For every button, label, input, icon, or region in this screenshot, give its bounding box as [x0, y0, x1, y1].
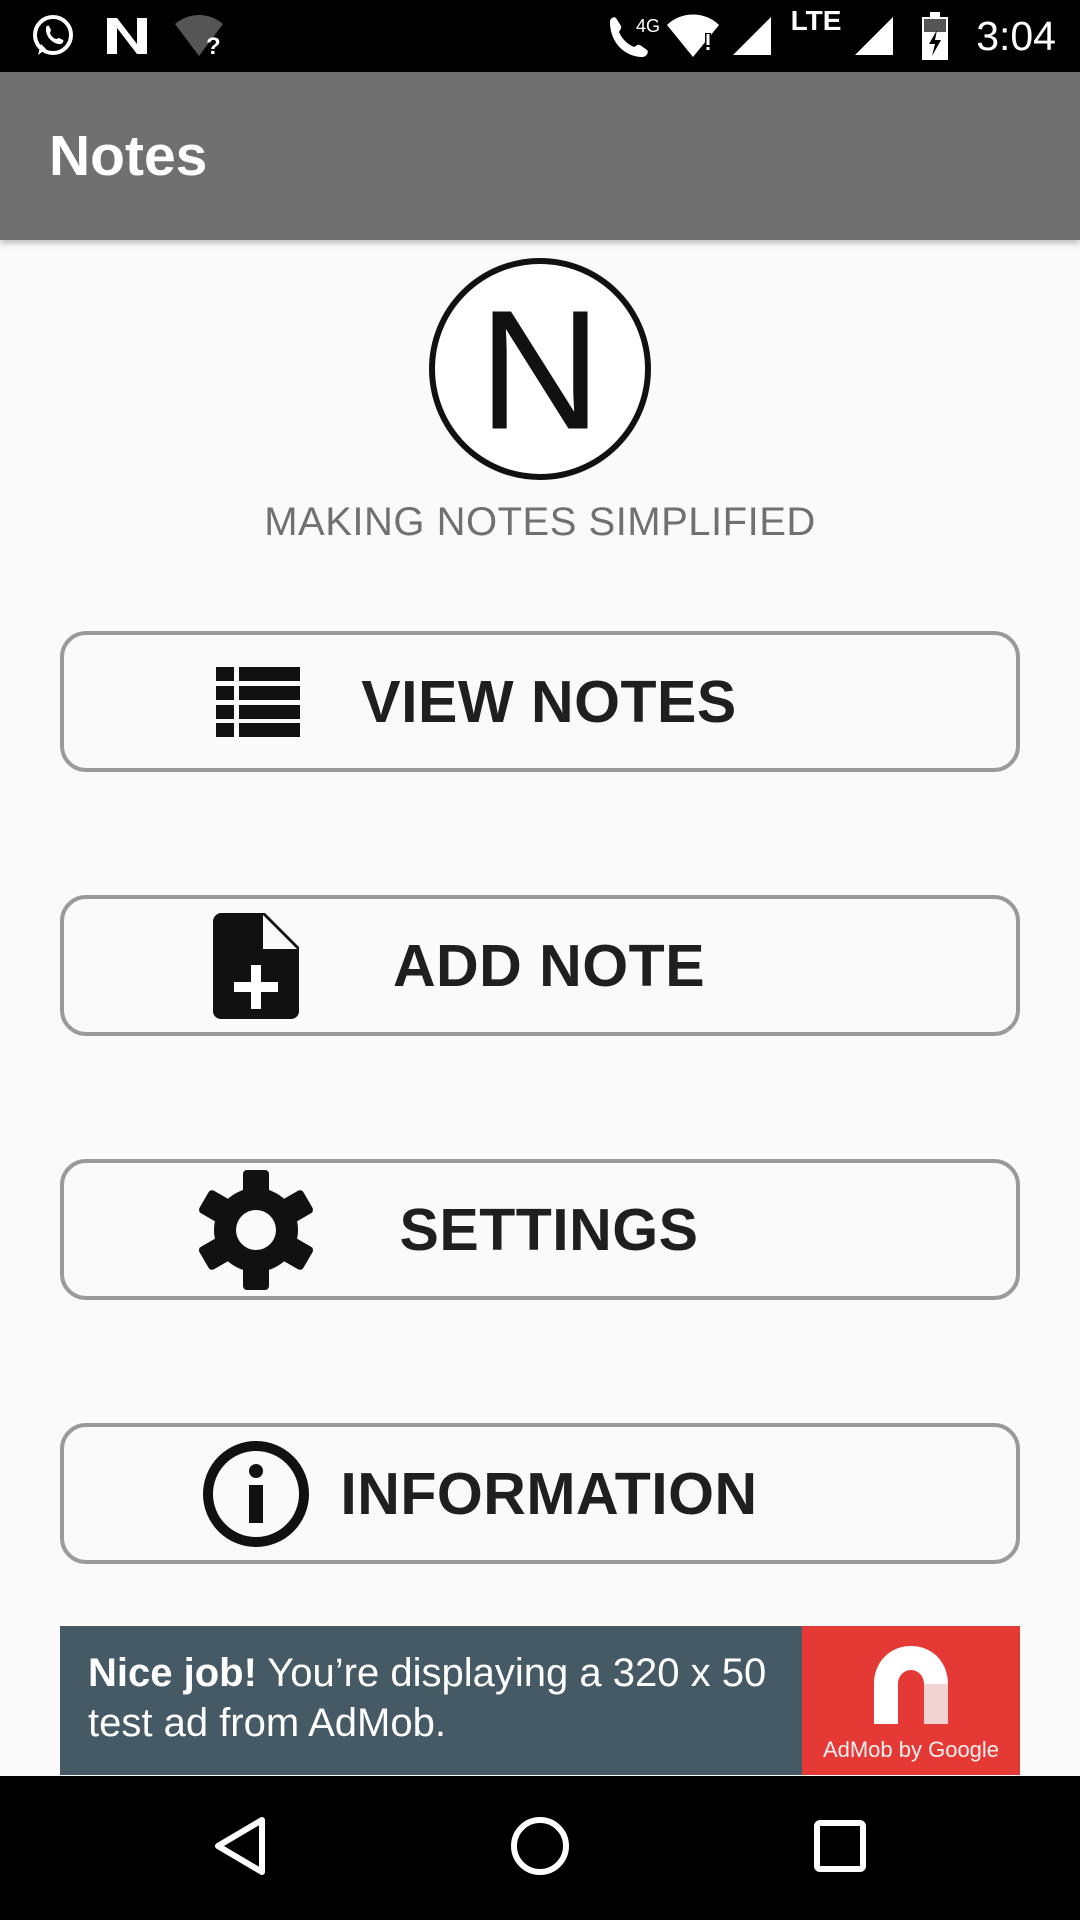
add-note-label: ADD NOTE	[392, 932, 706, 999]
battery-charging-icon	[920, 12, 950, 60]
settings-button[interactable]: SETTINGS	[60, 1159, 1020, 1300]
status-time: 3:04	[976, 13, 1056, 59]
wifi-unknown-icon: ?	[172, 12, 226, 60]
recents-icon	[814, 1819, 866, 1877]
settings-label: SETTINGS	[399, 1196, 699, 1263]
back-button[interactable]	[160, 1776, 320, 1920]
ad-banner[interactable]: Nice job! You’re displaying a 320 x 50 t…	[60, 1626, 1020, 1775]
notes-n-icon	[104, 12, 150, 60]
home-button[interactable]	[460, 1776, 620, 1920]
information-button[interactable]: INFORMATION	[60, 1423, 1020, 1564]
lte-label: LTE	[790, 5, 842, 36]
wifi-alert-icon	[664, 12, 722, 60]
tagline: MAKING NOTES SIMPLIFIED	[264, 500, 816, 544]
ad-text: Nice job! You’re displaying a 320 x 50 t…	[88, 1648, 808, 1748]
lte-signal-icon	[852, 12, 896, 60]
ad-brand-panel: AdMob by Google	[802, 1626, 1020, 1775]
logo-letter: N	[479, 276, 602, 466]
svg-text:?: ?	[206, 33, 221, 58]
add-note-button[interactable]: ADD NOTE	[60, 895, 1020, 1036]
view-notes-button[interactable]: VIEW NOTES	[60, 631, 1020, 772]
information-label: INFORMATION	[340, 1460, 758, 1527]
wifi-call-icon: 4G	[606, 12, 662, 60]
status-bar: ? 4G LTE 3:04	[0, 0, 1080, 72]
view-notes-label: VIEW NOTES	[361, 668, 737, 735]
gear-icon	[196, 1169, 316, 1290]
navigation-bar	[0, 1776, 1080, 1920]
recents-button[interactable]	[760, 1776, 920, 1920]
back-icon	[212, 1816, 268, 1881]
screen: ? 4G LTE 3:04 Notes N MAKING NOTES SIMPL…	[0, 0, 1080, 1920]
ad-headline: Nice job!	[88, 1651, 257, 1695]
list-icon	[216, 666, 300, 737]
signal-icon	[730, 12, 774, 60]
home-icon	[510, 1816, 570, 1881]
whatsapp-icon	[28, 12, 78, 60]
admob-logo-icon	[866, 1640, 956, 1735]
app-title: Notes	[49, 124, 208, 188]
ad-brand-text: AdMob by Google	[822, 1737, 1000, 1762]
note-add-icon	[213, 912, 299, 1019]
svg-text:4G: 4G	[636, 16, 660, 36]
app-logo: N	[428, 257, 652, 481]
app-bar: Notes	[0, 72, 1080, 240]
info-icon	[202, 1440, 310, 1548]
